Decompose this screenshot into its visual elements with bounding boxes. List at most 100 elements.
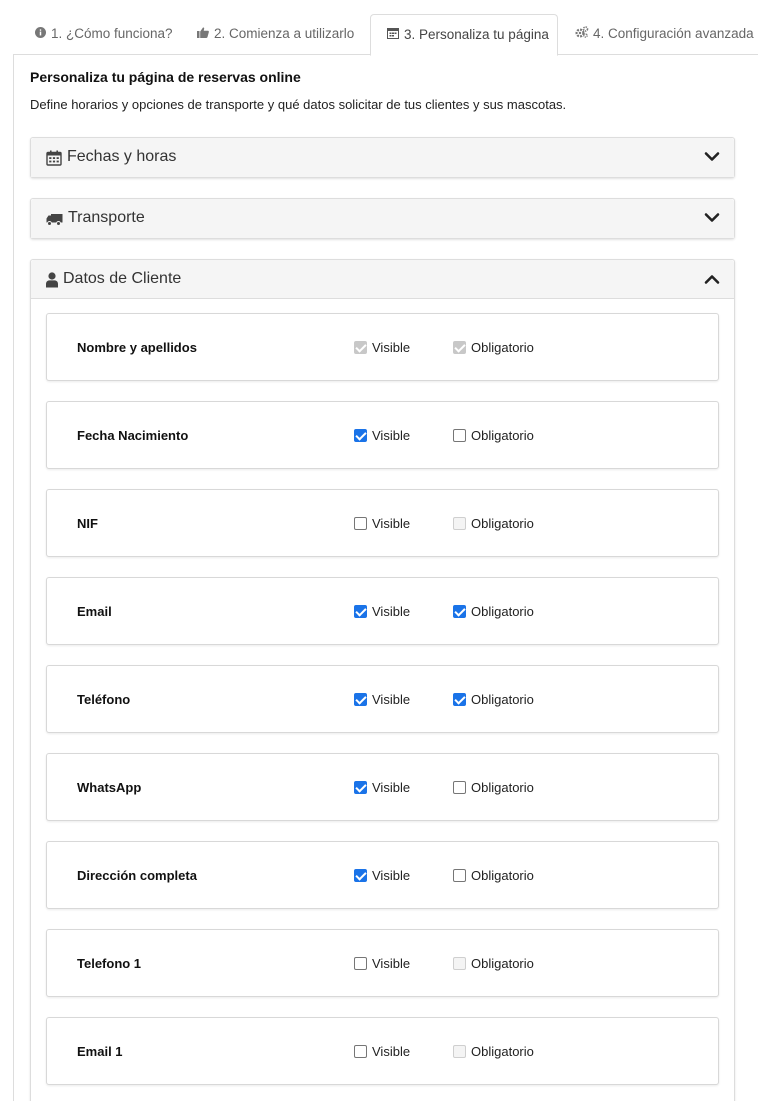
visible-option[interactable]: Visible xyxy=(354,956,410,972)
panel-header-transporte[interactable]: Transporte xyxy=(31,199,734,238)
required-option-checkbox xyxy=(453,517,466,530)
visible-option: Visible xyxy=(354,340,410,356)
info-circle-icon xyxy=(33,15,47,55)
field-card: Nombre y apellidos Visible Obligatorio xyxy=(46,313,719,381)
required-option-label: Obligatorio xyxy=(471,1044,534,1059)
required-option[interactable]: Obligatorio xyxy=(453,780,534,796)
calendar-icon xyxy=(46,150,62,166)
field-name: Telefono 1 xyxy=(77,956,142,971)
required-option: Obligatorio xyxy=(453,956,534,972)
required-option: Obligatorio xyxy=(453,340,534,356)
visible-option[interactable]: Visible xyxy=(354,1044,410,1060)
panel-transporte: Transporte xyxy=(30,198,735,239)
required-option-checkbox[interactable] xyxy=(453,429,466,442)
visible-option-checkbox[interactable] xyxy=(354,517,367,530)
visible-option[interactable]: Visible xyxy=(354,692,410,708)
field-name: WhatsApp xyxy=(77,780,142,795)
required-option-checkbox[interactable] xyxy=(453,693,466,706)
panel-header-fechas-horas[interactable]: Fechas y horas xyxy=(31,138,734,177)
required-option-label: Obligatorio xyxy=(471,516,534,531)
required-option-checkbox[interactable] xyxy=(453,781,466,794)
tab-como-funciona[interactable]: 1. ¿Cómo funciona? xyxy=(13,14,173,55)
required-option: Obligatorio xyxy=(453,1044,534,1060)
field-name: NIF xyxy=(77,516,98,531)
required-option[interactable]: Obligatorio xyxy=(453,604,534,620)
visible-option-checkbox[interactable] xyxy=(354,693,367,706)
required-option-label: Obligatorio xyxy=(471,428,534,443)
panel-title: Datos de Cliente xyxy=(63,270,182,287)
visible-option-checkbox xyxy=(354,341,367,354)
panel-fechas-horas: Fechas y horas xyxy=(30,137,735,178)
required-option-checkbox xyxy=(453,1045,466,1058)
page-description: Define horarios y opciones de transporte… xyxy=(30,97,567,112)
visible-option-label: Visible xyxy=(372,868,411,883)
required-option[interactable]: Obligatorio xyxy=(453,868,534,884)
required-option-label: Obligatorio xyxy=(471,340,534,355)
required-option[interactable]: Obligatorio xyxy=(453,428,534,444)
field-card: Email 1 Visible Obligatorio xyxy=(46,1017,719,1085)
visible-option-label: Visible xyxy=(372,692,411,707)
visible-option[interactable]: Visible xyxy=(354,428,410,444)
visible-option-label: Visible xyxy=(372,780,411,795)
tab-personaliza[interactable]: 3. Personaliza tu página xyxy=(370,14,558,56)
required-option-label: Obligatorio xyxy=(471,956,534,971)
required-option-checkbox xyxy=(453,341,466,354)
field-card: Dirección completa Visible Obligatorio xyxy=(46,841,719,909)
tab-comienza[interactable]: 2. Comienza a utilizarlo xyxy=(176,14,354,55)
field-card: Fecha Nacimiento Visible Obligatorio xyxy=(46,401,719,469)
field-card: Telefono 1 Visible Obligatorio xyxy=(46,929,719,997)
field-name: Nombre y apellidos xyxy=(77,340,197,355)
visible-option-checkbox[interactable] xyxy=(354,429,367,442)
visible-option-checkbox[interactable] xyxy=(354,781,367,794)
tab-bar: 1. ¿Cómo funciona? 2. Comienza a utiliza… xyxy=(13,14,758,56)
field-name: Dirección completa xyxy=(77,868,197,883)
visible-option-label: Visible xyxy=(372,604,411,619)
visible-option[interactable]: Visible xyxy=(354,868,410,884)
field-name: Fecha Nacimiento xyxy=(77,428,189,443)
field-card: WhatsApp Visible Obligatorio xyxy=(46,753,719,821)
required-option-checkbox[interactable] xyxy=(453,869,466,882)
visible-option-label: Visible xyxy=(372,1044,411,1059)
page-title: Personaliza tu página de reservas online xyxy=(30,69,301,85)
chevron-down-icon xyxy=(704,152,720,161)
required-option-label: Obligatorio xyxy=(471,780,534,795)
calendar-icon xyxy=(386,16,400,56)
visible-option[interactable]: Visible xyxy=(354,516,410,532)
required-option-label: Obligatorio xyxy=(471,868,534,883)
visible-option-label: Visible xyxy=(372,428,411,443)
tab-label: 1. ¿Cómo funciona? xyxy=(51,26,173,41)
visible-option-label: Visible xyxy=(372,516,411,531)
required-option: Obligatorio xyxy=(453,516,534,532)
required-option-label: Obligatorio xyxy=(471,604,534,619)
field-card: Teléfono Visible Obligatorio xyxy=(46,665,719,733)
chevron-up-icon xyxy=(704,275,720,284)
visible-option[interactable]: Visible xyxy=(354,780,410,796)
tab-label: 3. Personaliza tu página xyxy=(404,27,549,42)
gears-icon xyxy=(575,15,589,55)
required-option-label: Obligatorio xyxy=(471,692,534,707)
required-option-checkbox[interactable] xyxy=(453,605,466,618)
field-name: Teléfono xyxy=(77,692,131,707)
tab-configuracion-avanzada[interactable]: 4. Configuración avanzada xyxy=(558,14,754,55)
panel-title: Fechas y horas xyxy=(67,148,177,165)
chevron-down-icon xyxy=(704,213,720,222)
user-icon xyxy=(46,272,58,288)
panel-header-datos-cliente[interactable]: Datos de Cliente xyxy=(31,260,734,299)
tab-label: 4. Configuración avanzada xyxy=(593,26,754,41)
tab-label: 2. Comienza a utilizarlo xyxy=(214,26,355,41)
field-name: Email xyxy=(77,604,112,619)
visible-option-checkbox[interactable] xyxy=(354,869,367,882)
field-name: Email 1 xyxy=(77,1044,123,1059)
tab-content: Personaliza tu página de reservas online… xyxy=(13,55,758,1101)
panel-title: Transporte xyxy=(68,209,145,226)
panel-datos-cliente: Datos de Cliente Nombre y apellidos Visib… xyxy=(30,259,735,1101)
truck-icon xyxy=(46,214,63,226)
required-option[interactable]: Obligatorio xyxy=(453,692,534,708)
visible-option-label: Visible xyxy=(372,956,411,971)
visible-option[interactable]: Visible xyxy=(354,604,410,620)
visible-option-checkbox[interactable] xyxy=(354,605,367,618)
visible-option-checkbox[interactable] xyxy=(354,957,367,970)
field-card: NIF Visible Obligatorio xyxy=(46,489,719,557)
visible-option-checkbox[interactable] xyxy=(354,1045,367,1058)
visible-option-label: Visible xyxy=(372,340,411,355)
